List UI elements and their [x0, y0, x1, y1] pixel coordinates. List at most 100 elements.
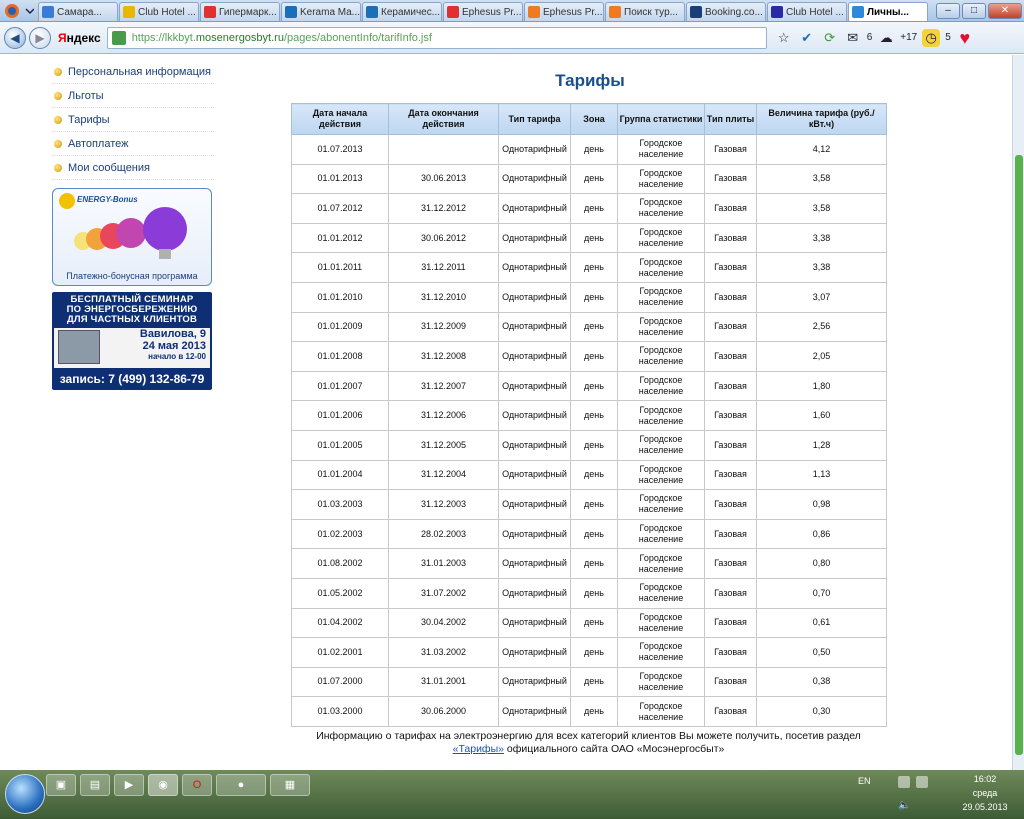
browser-tab[interactable]: Самара... [38, 2, 118, 21]
document-app-icon[interactable]: ▦ [270, 774, 310, 796]
table-cell: Газовая [704, 400, 757, 431]
energy-bonus-banner[interactable]: ENERGY-Bonus Платежно-бонусная программа [52, 188, 212, 286]
table-cell: день [570, 134, 618, 165]
table-cell: Однотарифный [498, 341, 571, 372]
folder-icon[interactable]: ▤ [80, 774, 110, 796]
table-cell: Однотарифный [498, 548, 571, 579]
sidebar-item[interactable]: Автоплатеж [52, 132, 214, 156]
table-cell: 01.07.2013 [291, 134, 389, 165]
sidebar-item[interactable]: Льготы [52, 84, 214, 108]
browser-menu-button[interactable] [0, 0, 38, 22]
minimize-button[interactable]: – [936, 2, 960, 19]
volume-icon[interactable]: 🔈 [898, 800, 910, 811]
browser-tab[interactable]: Booking.co... [686, 2, 766, 21]
table-cell: день [570, 577, 618, 609]
table-cell: 28.02.2003 [388, 518, 499, 550]
tab-label: Личны... [867, 6, 909, 18]
network-icon[interactable] [898, 776, 910, 788]
vertical-scrollbar[interactable] [1012, 55, 1024, 770]
media-player-icon[interactable]: ▶ [114, 774, 144, 796]
table-cell: Однотарифный [498, 281, 571, 313]
table-cell: день [570, 607, 618, 639]
clock-time: 16:02 [973, 774, 997, 784]
sidebar-item[interactable]: Тарифы [52, 108, 214, 132]
browser-tab[interactable]: Kerama Ma... [281, 2, 361, 21]
seminar-line-3: ДЛЯ ЧАСТНЫХ КЛИЕНТОВ [66, 314, 198, 325]
opera-icon[interactable]: O [182, 774, 212, 796]
browser-tab[interactable]: Керамичес... [362, 2, 442, 21]
table-cell: Газовая [704, 607, 757, 639]
taskbar-apps: ▣ ▤ ▶ ◉ O ● ▦ [46, 774, 310, 796]
table-cell: день [570, 429, 618, 461]
table-cell: день [570, 281, 618, 313]
counter-2: 5 [945, 32, 951, 43]
yandex-logo[interactable]: Яндекс [58, 31, 101, 45]
table-cell: 3,38 [756, 252, 887, 283]
browser-tab[interactable]: Club Hotel ... [767, 2, 847, 21]
table-cell: день [570, 311, 618, 343]
tariffs-link[interactable]: «Тарифы» [453, 743, 504, 755]
browser-tab[interactable]: Club Hotel ... [119, 2, 199, 21]
sidebar-item-label: Тарифы [68, 113, 110, 126]
table-cell: день [570, 666, 618, 698]
close-button[interactable]: ✕ [988, 2, 1022, 19]
action-center-icon[interactable] [916, 776, 928, 788]
check-icon[interactable]: ✔ [798, 29, 816, 47]
forward-button[interactable]: ▶ [29, 26, 51, 49]
table-cell: Городское население [617, 489, 705, 520]
save-app-icon[interactable]: ▣ [46, 774, 76, 796]
sidebar-item[interactable]: Мои сообщения [52, 156, 214, 180]
table-cell: 31.12.2008 [388, 341, 499, 372]
table-cell: день [570, 193, 618, 224]
browser-tab[interactable]: Гипермарк... [200, 2, 280, 21]
star-icon[interactable]: ☆ [775, 29, 793, 47]
heart-icon[interactable]: ♥ [956, 29, 974, 47]
sidebar-item[interactable]: Персональная информация [52, 60, 214, 84]
table-cell: день [570, 341, 618, 372]
tab-label: Керамичес... [381, 6, 441, 18]
clock-date: 29.05.2013 [962, 802, 1008, 812]
table-cell: Газовая [704, 163, 757, 195]
table-cell: Газовая [704, 429, 757, 461]
browser-tab[interactable]: Поиск тур... [605, 2, 685, 21]
table-cell: день [570, 548, 618, 579]
table-cell: Городское население [617, 193, 705, 224]
browser-tab[interactable]: Ephesus Pr... [524, 2, 604, 21]
tariffs-note: Информацию о тарифах на электроэнергию д… [291, 730, 886, 756]
table-cell: 0,38 [756, 666, 887, 698]
start-button[interactable] [5, 774, 45, 814]
weather-icon[interactable]: ☁ [877, 29, 895, 47]
clock-icon[interactable]: ◷ [922, 28, 941, 47]
column-header: Тип плиты [704, 103, 757, 135]
url-bar[interactable]: https://lkkbyt. mosenergosbyt.ru/pages/ab… [106, 26, 767, 49]
table-cell: 01.01.2004 [291, 459, 389, 491]
seminar-phone: запись: 7 (499) 132-86-79 [59, 372, 205, 386]
browser-tab[interactable]: Личны... [848, 2, 928, 21]
seminar-image: Вавилова, 9 24 мая 2013 начало в 12-00 [54, 328, 210, 368]
clock[interactable]: 16:02 среда 29.05.2013 [950, 772, 1020, 814]
firefox-taskbar-icon[interactable]: ◉ [148, 774, 178, 796]
seminar-banner[interactable]: БЕСПЛАТНЫЙ СЕМИНАР ПО ЭНЕРГОСБЕРЕЖЕНИЮ Д… [52, 292, 212, 390]
maximize-button[interactable]: □ [962, 2, 986, 19]
seminar-time: начало в 12-00 [148, 352, 206, 361]
refresh-icon[interactable]: ⟳ [821, 29, 839, 47]
bullet-icon [54, 115, 62, 124]
table-cell: Газовая [704, 222, 757, 254]
table-cell: 3,58 [756, 163, 887, 195]
mail-icon[interactable]: ✉ [844, 29, 862, 47]
browser-tab[interactable]: Ephesus Pr... [443, 2, 523, 21]
table-cell: Однотарифный [498, 518, 571, 550]
language-indicator[interactable]: EN [858, 776, 871, 786]
sidebar-item-label: Автоплатеж [68, 137, 129, 150]
table-cell: 4,12 [756, 134, 887, 165]
table-cell: день [570, 696, 618, 727]
scrollbar-thumb[interactable] [1015, 155, 1023, 755]
table-cell: Газовая [704, 311, 757, 343]
table-cell: Городское население [617, 222, 705, 254]
back-button[interactable]: ◀ [4, 26, 26, 49]
app-window-icon[interactable]: ● [216, 774, 266, 796]
tab-favicon-icon [366, 6, 378, 18]
table-cell: Однотарифный [498, 311, 571, 343]
table-row: 01.01.2006 31.12.2006 Однотарифный день Горо… [291, 400, 887, 431]
table-cell: 30.06.2000 [388, 696, 499, 727]
